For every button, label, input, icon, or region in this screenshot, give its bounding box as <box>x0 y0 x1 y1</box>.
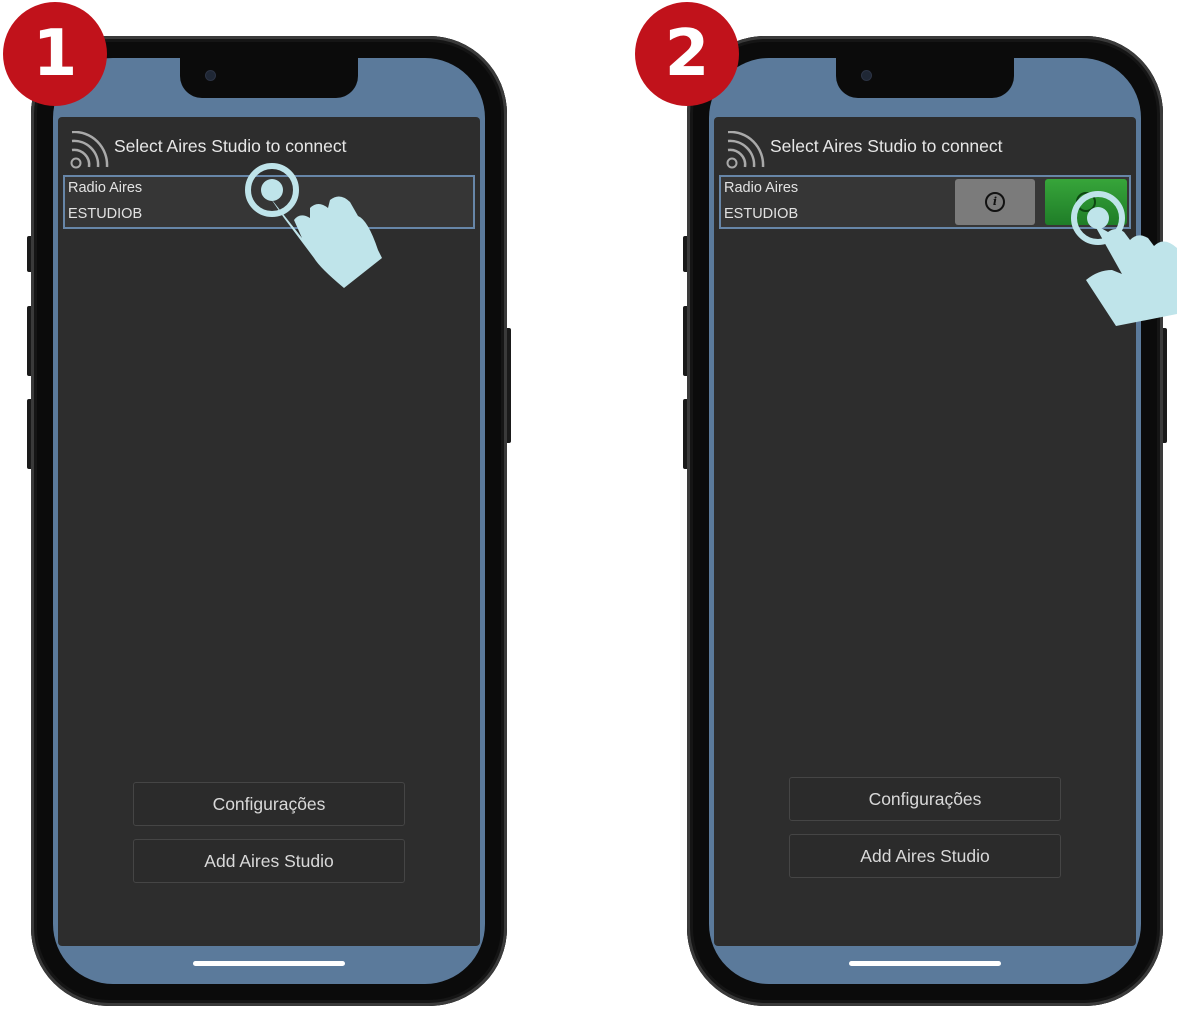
info-icon: i <box>985 192 1005 212</box>
step-2-badge: 2 <box>635 2 739 106</box>
home-indicator <box>193 961 345 966</box>
wifi-icon <box>726 131 765 169</box>
tap-hand-icon <box>245 163 382 288</box>
home-indicator <box>849 961 1001 966</box>
add-studio-button[interactable]: Add Aires Studio <box>789 834 1061 878</box>
phone-frame: Select Aires Studio to connect Radio Air… <box>687 36 1163 1006</box>
app-header: Select Aires Studio to connect <box>724 127 1126 169</box>
tap-hand-icon <box>1071 191 1177 326</box>
phone-step-2: Select Aires Studio to connect Radio Air… <box>683 36 1167 1006</box>
studio-name: Radio Aires <box>724 180 799 196</box>
front-camera <box>862 71 871 80</box>
header-title: Select Aires Studio to connect <box>114 136 347 156</box>
add-studio-button[interactable]: Add Aires Studio <box>133 839 405 883</box>
studio-name: Radio Aires <box>68 180 143 196</box>
front-camera <box>206 71 215 80</box>
phone-notch <box>836 58 1014 98</box>
step-1-badge: 1 <box>3 2 107 106</box>
header-title: Select Aires Studio to connect <box>770 136 1003 156</box>
studio-id: ESTUDIOB <box>724 206 799 222</box>
info-button[interactable]: i <box>955 179 1035 225</box>
wifi-icon <box>70 131 109 169</box>
settings-button[interactable]: Configurações <box>789 777 1061 821</box>
phone-notch <box>180 58 358 98</box>
settings-button[interactable]: Configurações <box>133 782 405 826</box>
studio-id: ESTUDIOB <box>68 206 143 222</box>
